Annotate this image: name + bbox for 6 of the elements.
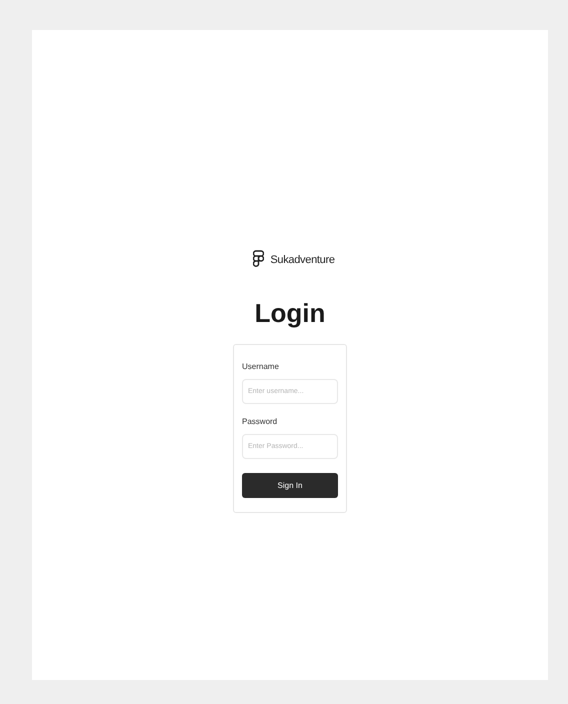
field-label: Password: [242, 416, 278, 428]
page-title: Login: [254, 300, 326, 326]
brand-name: Sukadventure: [270, 252, 335, 268]
field-label: Username: [242, 361, 280, 373]
sign-in-button[interactable]: Sign In: [242, 473, 338, 498]
logo-icon: [253, 250, 264, 270]
